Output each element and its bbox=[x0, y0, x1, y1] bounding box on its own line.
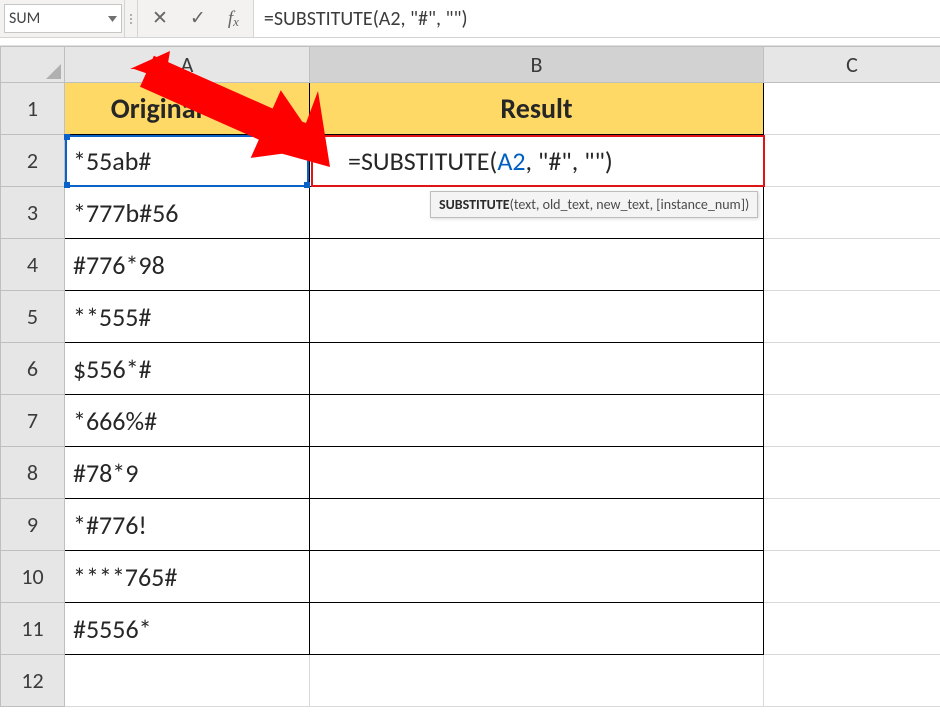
tooltip-func-name: SUBSTITUTE bbox=[439, 196, 510, 213]
row-11: 11 #5556* bbox=[1, 603, 940, 655]
row-8: 8 #78*9 bbox=[1, 447, 940, 499]
row-header[interactable]: 8 bbox=[1, 447, 65, 499]
row-12: 12 bbox=[1, 655, 940, 707]
cell-A8[interactable]: #78*9 bbox=[65, 447, 310, 499]
row-9: 9 *#776! bbox=[1, 499, 940, 551]
tooltip-func-args: (text, old_text, new_text, [instance_num… bbox=[510, 196, 750, 213]
cell-A3[interactable]: *777b#56 bbox=[65, 187, 310, 239]
formula-text-suffix: , "#", "") bbox=[526, 145, 613, 177]
name-box-dropdown-icon[interactable] bbox=[107, 14, 117, 24]
select-all-corner[interactable] bbox=[1, 47, 65, 83]
row-5: 5 **555# bbox=[1, 291, 940, 343]
formula-bar: SUM ✕ ✓ fx =SUBSTITUTE(A2, "#", "") bbox=[0, 0, 940, 38]
cell-C6[interactable] bbox=[764, 343, 940, 395]
row-header[interactable]: 6 bbox=[1, 343, 65, 395]
row-1: 1 Original Data Result bbox=[1, 83, 940, 135]
ribbon-gap bbox=[0, 38, 940, 46]
row-header[interactable]: 7 bbox=[1, 395, 65, 447]
resize-handle-icon[interactable] bbox=[124, 0, 138, 37]
row-7: 7 *666%# bbox=[1, 395, 940, 447]
name-box-value: SUM bbox=[9, 9, 40, 28]
name-box[interactable]: SUM bbox=[4, 4, 122, 33]
cell-C4[interactable] bbox=[764, 239, 940, 291]
row-header[interactable]: 2 bbox=[1, 135, 65, 187]
row-header[interactable]: 11 bbox=[1, 603, 65, 655]
row-header[interactable]: 5 bbox=[1, 291, 65, 343]
col-header-A[interactable]: A bbox=[65, 47, 310, 83]
cell-C2[interactable] bbox=[764, 135, 940, 187]
cell-B4[interactable] bbox=[310, 239, 764, 291]
cell-C10[interactable] bbox=[764, 551, 940, 603]
cell-C1[interactable] bbox=[764, 83, 940, 135]
cell-A2[interactable]: *55ab# bbox=[65, 135, 310, 187]
cell-B12[interactable] bbox=[310, 655, 764, 707]
row-header[interactable]: 10 bbox=[1, 551, 65, 603]
row-header[interactable]: 4 bbox=[1, 239, 65, 291]
cell-A4[interactable]: #776*98 bbox=[65, 239, 310, 291]
formula-bar-input[interactable]: =SUBSTITUTE(A2, "#", "") bbox=[253, 0, 940, 37]
cell-C5[interactable] bbox=[764, 291, 940, 343]
col-header-B[interactable]: B bbox=[310, 47, 764, 83]
cell-A12[interactable] bbox=[65, 655, 310, 707]
cell-A6[interactable]: $556*# bbox=[65, 343, 310, 395]
cell-B6[interactable] bbox=[310, 343, 764, 395]
row-header[interactable]: 9 bbox=[1, 499, 65, 551]
formula-bar-text: =SUBSTITUTE(A2, "#", "") bbox=[264, 7, 468, 31]
row-10: 10 ****765# bbox=[1, 551, 940, 603]
formula-edit-overlay[interactable]: =SUBSTITUTE(A2, "#", "") bbox=[311, 135, 765, 187]
cell-C11[interactable] bbox=[764, 603, 940, 655]
cell-C8[interactable] bbox=[764, 447, 940, 499]
cell-B10[interactable] bbox=[310, 551, 764, 603]
cell-B8[interactable] bbox=[310, 447, 764, 499]
row-6: 6 $556*# bbox=[1, 343, 940, 395]
header-original-data[interactable]: Original Data bbox=[65, 83, 310, 135]
cell-C9[interactable] bbox=[764, 499, 940, 551]
row-header[interactable]: 12 bbox=[1, 655, 65, 707]
cell-A10[interactable]: ****765# bbox=[65, 551, 310, 603]
cell-B9[interactable] bbox=[310, 499, 764, 551]
function-tooltip: SUBSTITUTE(text, old_text, new_text, [in… bbox=[430, 191, 758, 218]
row-header[interactable]: 3 bbox=[1, 187, 65, 239]
formula-text-ref: A2 bbox=[497, 145, 525, 177]
enter-icon[interactable]: ✓ bbox=[190, 7, 206, 30]
formula-text-prefix: =SUBSTITUTE( bbox=[348, 145, 497, 177]
spreadsheet: A B C 1 Original Data Result 2 *55ab# 3 … bbox=[0, 46, 940, 707]
cell-A11[interactable]: #5556* bbox=[65, 603, 310, 655]
col-header-C[interactable]: C bbox=[764, 47, 940, 83]
cell-B7[interactable] bbox=[310, 395, 764, 447]
cell-C3[interactable] bbox=[764, 187, 940, 239]
cell-B5[interactable] bbox=[310, 291, 764, 343]
cell-A5[interactable]: **555# bbox=[65, 291, 310, 343]
cell-A7[interactable]: *666%# bbox=[65, 395, 310, 447]
row-header[interactable]: 1 bbox=[1, 83, 65, 135]
cell-A9[interactable]: *#776! bbox=[65, 499, 310, 551]
fx-icon[interactable]: fx bbox=[228, 8, 239, 30]
cell-C12[interactable] bbox=[764, 655, 940, 707]
formula-bar-buttons: ✕ ✓ fx bbox=[138, 0, 253, 37]
cell-C7[interactable] bbox=[764, 395, 940, 447]
cell-B11[interactable] bbox=[310, 603, 764, 655]
header-result[interactable]: Result bbox=[310, 83, 764, 135]
row-4: 4 #776*98 bbox=[1, 239, 940, 291]
cancel-icon[interactable]: ✕ bbox=[152, 7, 168, 30]
